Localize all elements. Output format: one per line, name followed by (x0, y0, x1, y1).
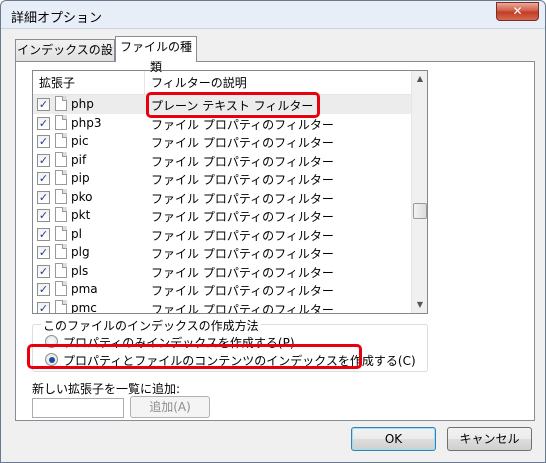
window-title: 詳細オプション (11, 11, 103, 26)
row-checkbox[interactable]: ✓ (37, 172, 50, 185)
row-description: ファイル プロパティのフィルター (151, 154, 334, 169)
row-checkbox[interactable]: ✓ (37, 301, 50, 313)
scroll-up-icon[interactable]: ▲ (412, 71, 427, 87)
add-button[interactable]: 追加(A) (130, 396, 210, 418)
row-extension: pip (71, 171, 90, 185)
list-item[interactable]: ✓ pl ファイル プロパティのフィルター (33, 225, 411, 244)
row-extension: pls (71, 263, 89, 278)
ok-button[interactable]: OK (351, 427, 436, 451)
row-extension: pmc (71, 300, 97, 314)
list-item[interactable]: ✓ pko ファイル プロパティのフィルター (33, 188, 411, 207)
list-item[interactable]: ✓ plg ファイル プロパティのフィルター (33, 243, 411, 262)
text-file-icon (55, 96, 67, 111)
row-checkbox[interactable]: ✓ (37, 209, 50, 222)
row-extension: pko (71, 189, 93, 204)
cancel-button[interactable]: キャンセル (447, 427, 532, 451)
new-extension-label: 新しい拡張子を一覧に追加: (32, 382, 181, 396)
row-description: ファイル プロパティのフィルター (151, 247, 334, 261)
tab-file-types[interactable]: ファイルの種類 (115, 36, 197, 74)
row-checkbox[interactable]: ✓ (37, 190, 50, 204)
list-item[interactable]: ✓ pif ファイル プロパティのフィルター (33, 151, 411, 170)
row-checkbox[interactable]: ✓ (37, 116, 50, 130)
scroll-down-icon[interactable]: ▼ (412, 297, 427, 313)
row-checkbox[interactable]: ✓ (37, 283, 50, 296)
row-extension: pkt (71, 208, 91, 222)
row-description: ファイル プロパティのフィルター (151, 173, 334, 187)
row-checkbox[interactable]: ✓ (37, 264, 50, 278)
row-extension: pma (71, 282, 98, 296)
blank-file-icon (55, 133, 67, 148)
blank-file-icon (55, 188, 67, 204)
row-extension: php3 (71, 115, 102, 130)
blank-file-icon (55, 114, 67, 130)
row-description: ファイル プロパティのフィルター (151, 191, 334, 206)
row-checkbox[interactable]: ✓ (37, 135, 50, 148)
title-bar: 詳細オプション ✕ (1, 1, 545, 29)
row-extension: pic (71, 134, 89, 148)
index-method-legend: このファイルのインデックスの作成方法 (41, 317, 261, 334)
row-description: ファイル プロパティのフィルター (151, 265, 334, 280)
row-checkbox[interactable]: ✓ (37, 227, 50, 241)
list-item[interactable]: ✓ pmc ファイル プロパティのフィルター (33, 299, 411, 314)
close-button[interactable]: ✕ (496, 2, 539, 21)
app-file-icon (55, 170, 67, 185)
row-description: ファイル プロパティのフィルター (151, 210, 334, 224)
vertical-scrollbar[interactable]: ▲ ▼ (411, 71, 427, 313)
blank-file-icon (55, 299, 67, 313)
column-extension[interactable]: 拡張子 (33, 71, 145, 95)
row-extension: plg (71, 245, 90, 259)
row-description: ファイル プロパティのフィルター (151, 284, 334, 298)
new-extension-input[interactable] (32, 398, 124, 418)
row-extension: pl (71, 226, 82, 241)
list-rows: ✓ php プレーン テキスト フィルター ✓ php3 ファイル プロパティのフィルター… (33, 95, 411, 314)
row-checkbox[interactable]: ✓ (37, 98, 50, 111)
row-extension: pif (71, 152, 87, 167)
highlight-box-filter (146, 92, 320, 118)
highlight-box-index-option (27, 344, 362, 369)
blank-file-icon (55, 151, 67, 167)
list-item[interactable]: ✓ pic ファイル プロパティのフィルター (33, 132, 411, 151)
perl-file-icon (55, 225, 67, 241)
playlist-file-icon (55, 262, 67, 278)
scroll-thumb[interactable] (413, 203, 427, 219)
list-item[interactable]: ✓ pma ファイル プロパティのフィルター (33, 280, 411, 299)
list-item[interactable]: ✓ pkt ファイル プロパティのフィルター (33, 206, 411, 225)
row-description: ファイル プロパティのフィルター (151, 302, 334, 314)
advanced-options-dialog: 詳細オプション ✕ インデックスの設定 ファイルの種類 拡張子 フィルターの説明… (0, 0, 546, 463)
row-checkbox[interactable]: ✓ (37, 246, 50, 259)
list-item[interactable]: ✓ pip ファイル プロパティのフィルター (33, 169, 411, 188)
tab-index-settings[interactable]: インデックスの設定 (15, 39, 115, 77)
packet-file-icon (55, 207, 67, 222)
blank-file-icon (55, 244, 67, 259)
list-item[interactable]: ✓ pls ファイル プロパティのフィルター (33, 262, 411, 281)
row-description: ファイル プロパティのフィルター (151, 136, 334, 150)
blank-file-icon (55, 281, 67, 296)
row-description: ファイル プロパティのフィルター (151, 228, 334, 243)
row-extension: php (71, 97, 94, 111)
row-checkbox[interactable]: ✓ (37, 153, 50, 167)
row-description: ファイル プロパティのフィルター (151, 117, 334, 132)
